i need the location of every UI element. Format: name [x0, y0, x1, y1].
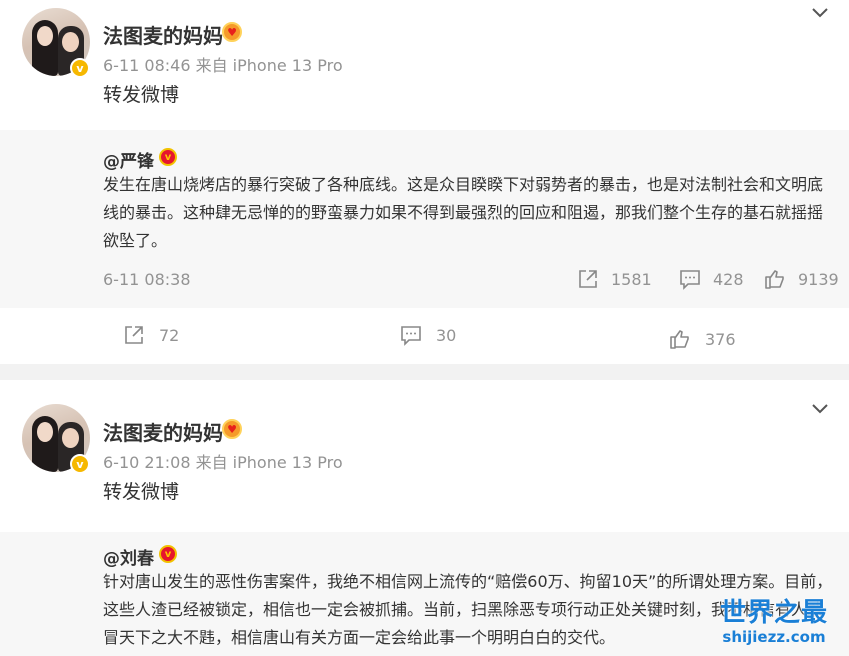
comment-icon: [401, 326, 421, 346]
share-count: 72: [159, 325, 180, 345]
crown-icon[interactable]: ♥: [222, 419, 242, 439]
repost-comment-stat[interactable]: 428: [679, 268, 744, 290]
watermark-url: shijiezz.com: [722, 628, 826, 646]
avatar[interactable]: v: [22, 8, 90, 78]
repost-time: 6-11 08:38: [103, 270, 191, 289]
like-icon: [765, 270, 784, 289]
comment-icon: [680, 270, 700, 290]
chevron-down-icon[interactable]: [811, 4, 829, 22]
post-divider: [0, 364, 849, 380]
avatar[interactable]: v: [22, 404, 90, 474]
crown-icon[interactable]: ♥: [222, 22, 242, 42]
comment-count: 30: [436, 325, 457, 345]
verified-badge-icon: v: [70, 454, 90, 474]
comment-button[interactable]: 30: [400, 324, 456, 346]
watermark: 世界之最 shijiezz.com: [709, 598, 839, 646]
post-meta: 6-10 21:08 来自 iPhone 13 Pro: [103, 453, 343, 472]
watermark-title: 世界之最: [719, 598, 828, 628]
verified-badge-icon: v: [70, 58, 90, 78]
post-text: 转发微博: [103, 481, 180, 503]
username[interactable]: 法图麦的妈妈: [103, 20, 223, 49]
post-text: 转发微博: [103, 84, 180, 106]
like-icon: [670, 330, 689, 349]
post-meta: 6-11 08:46 来自 iPhone 13 Pro: [103, 56, 343, 75]
like-count: 376: [705, 329, 736, 349]
post-actions: 72 30 376: [0, 308, 849, 364]
verified-badge-icon: v: [159, 545, 177, 563]
share-icon: [125, 326, 143, 344]
like-button[interactable]: 376: [669, 328, 736, 350]
weibo-post: v 法图麦的妈妈 ♥ 6-11 08:46 来自 iPhone 13 Pro 转…: [0, 0, 849, 364]
repost-username[interactable]: @刘春: [103, 544, 154, 569]
verified-badge-icon: v: [159, 148, 177, 166]
comment-count: 428: [713, 269, 744, 289]
like-count: 9139: [798, 269, 839, 289]
share-icon: [579, 270, 597, 288]
username[interactable]: 法图麦的妈妈: [103, 417, 223, 446]
share-count: 1581: [611, 269, 652, 289]
repost-text: 发生在唐山烧烤店的暴行突破了各种底线。这是众目睽睽下对弱势者的暴击，也是对法制社…: [103, 175, 824, 250]
chevron-down-icon[interactable]: [811, 400, 829, 418]
repost-like-stat[interactable]: 9139: [764, 268, 839, 290]
repost-share-stat[interactable]: 1581: [577, 268, 652, 290]
repost-card[interactable]: @严锋 v 发生在唐山烧烤店的暴行突破了各种底线。这是众目睽睽下对弱势者的暴击，…: [0, 130, 849, 308]
share-button[interactable]: 72: [123, 324, 179, 346]
repost-username[interactable]: @严锋: [103, 147, 154, 172]
